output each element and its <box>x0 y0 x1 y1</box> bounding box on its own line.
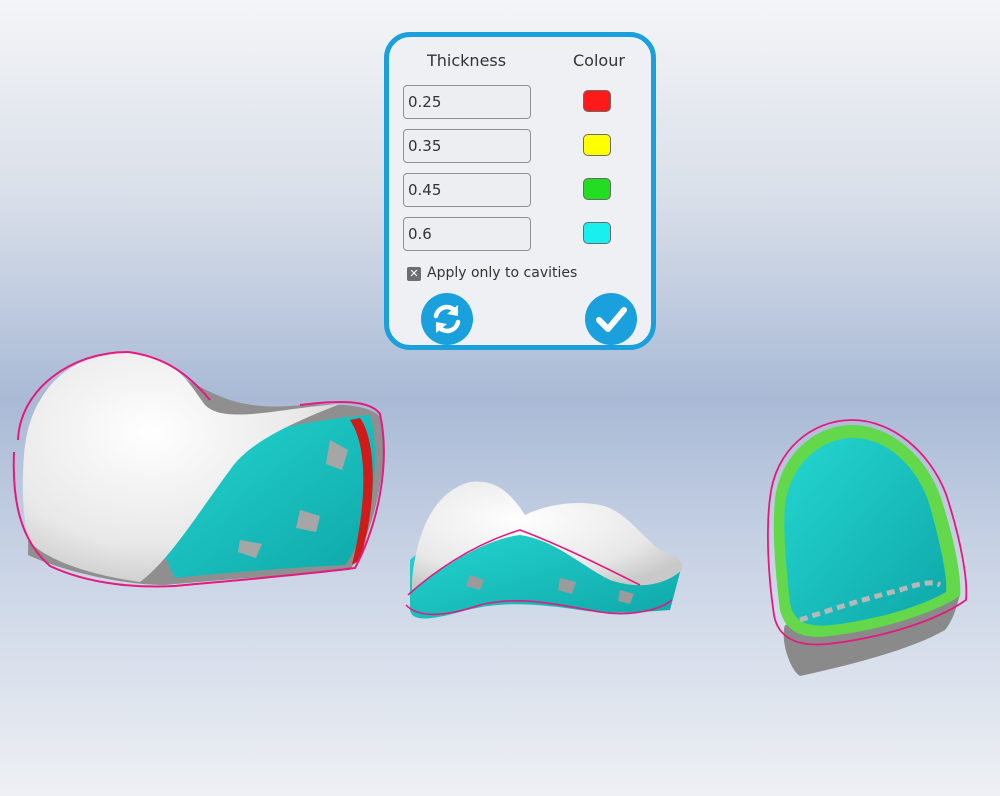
confirm-button[interactable] <box>585 293 637 345</box>
apply-only-to-cavities-checkbox[interactable]: ✕ <box>407 267 421 281</box>
thickness-input-3[interactable] <box>403 173 531 207</box>
crown-left[interactable] <box>12 350 385 588</box>
threshold-row-4 <box>403 217 643 251</box>
refresh-button[interactable] <box>421 293 473 345</box>
threshold-row-2 <box>403 129 643 163</box>
colour-header: Colour <box>573 51 625 70</box>
colour-swatch-red[interactable] <box>583 90 611 112</box>
thickness-colour-panel: Thickness Colour ✕ Apply only to cavitie… <box>384 32 656 350</box>
thickness-input-1[interactable] <box>403 85 531 119</box>
apply-only-to-cavities-label: Apply only to cavities <box>427 265 578 281</box>
checkmark-icon <box>596 307 627 332</box>
threshold-row-1 <box>403 85 643 119</box>
colour-swatch-yellow[interactable] <box>583 134 611 156</box>
refresh-icon <box>433 304 461 334</box>
crown-middle[interactable] <box>405 481 683 619</box>
colour-swatch-green[interactable] <box>583 178 611 200</box>
threshold-row-3 <box>403 173 643 207</box>
crown-right[interactable] <box>767 419 968 676</box>
thickness-input-2[interactable] <box>403 129 531 163</box>
colour-swatch-cyan[interactable] <box>583 222 611 244</box>
thickness-header: Thickness <box>427 51 507 70</box>
thickness-input-4[interactable] <box>403 217 531 251</box>
